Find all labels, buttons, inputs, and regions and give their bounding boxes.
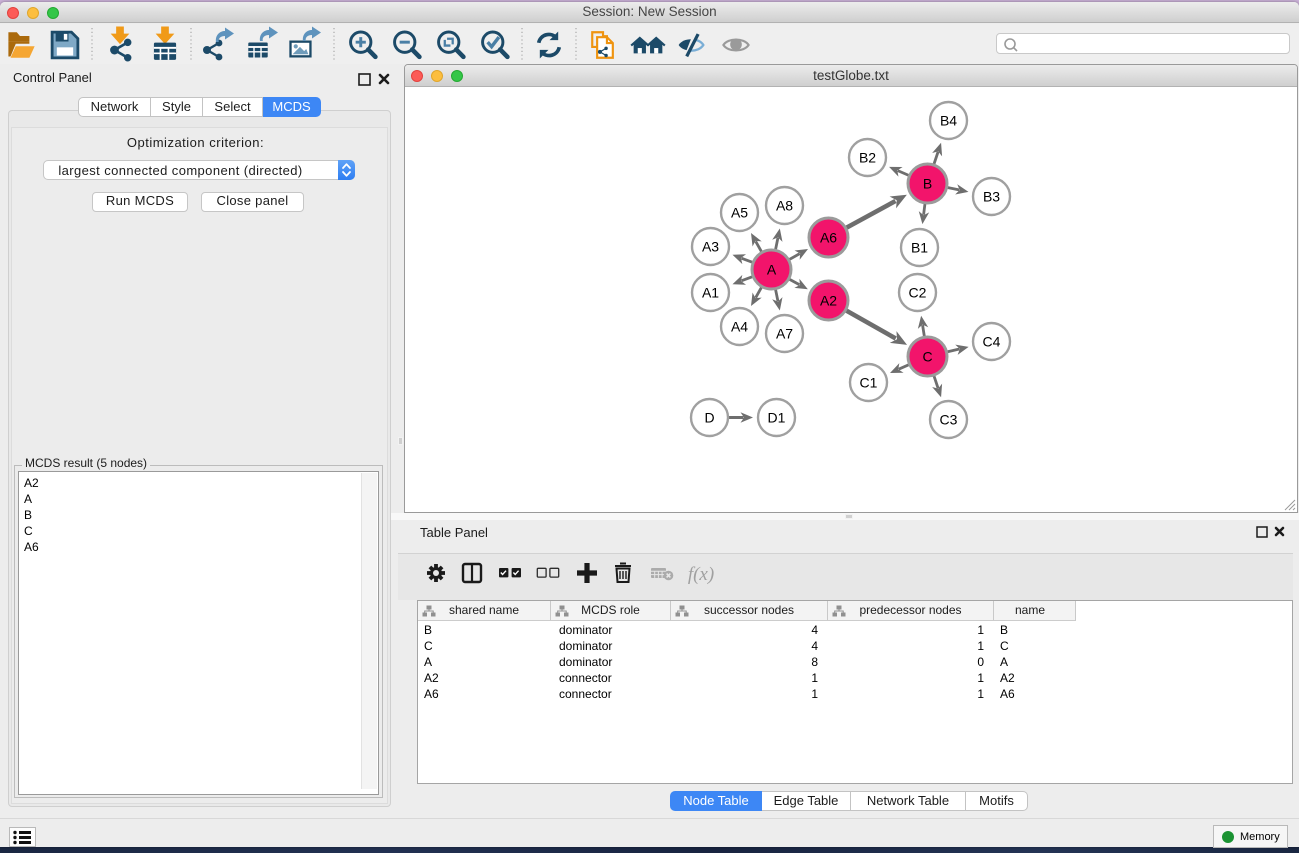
svg-text:B2: B2	[859, 150, 876, 166]
svg-text:f(x): f(x)	[688, 564, 714, 585]
svg-text:A3: A3	[702, 239, 719, 255]
svg-text:B: B	[923, 176, 932, 192]
svg-text:C2: C2	[909, 285, 927, 301]
svg-text:B1: B1	[911, 240, 928, 256]
svg-text:C: C	[922, 349, 932, 365]
svg-text:D1: D1	[768, 410, 786, 426]
svg-text:A4: A4	[731, 319, 748, 335]
svg-text:C3: C3	[940, 412, 958, 428]
svg-text:C1: C1	[860, 375, 878, 391]
svg-text:A6: A6	[820, 230, 837, 246]
svg-text:B4: B4	[940, 113, 957, 129]
svg-text:A5: A5	[731, 205, 748, 221]
svg-text:A8: A8	[776, 198, 793, 214]
svg-text:A: A	[767, 262, 777, 278]
svg-text:D: D	[704, 410, 714, 426]
svg-text:C4: C4	[983, 334, 1001, 350]
svg-text:A7: A7	[776, 326, 793, 342]
svg-text:B3: B3	[983, 189, 1000, 205]
svg-text:A2: A2	[820, 293, 837, 309]
svg-text:A1: A1	[702, 285, 719, 301]
